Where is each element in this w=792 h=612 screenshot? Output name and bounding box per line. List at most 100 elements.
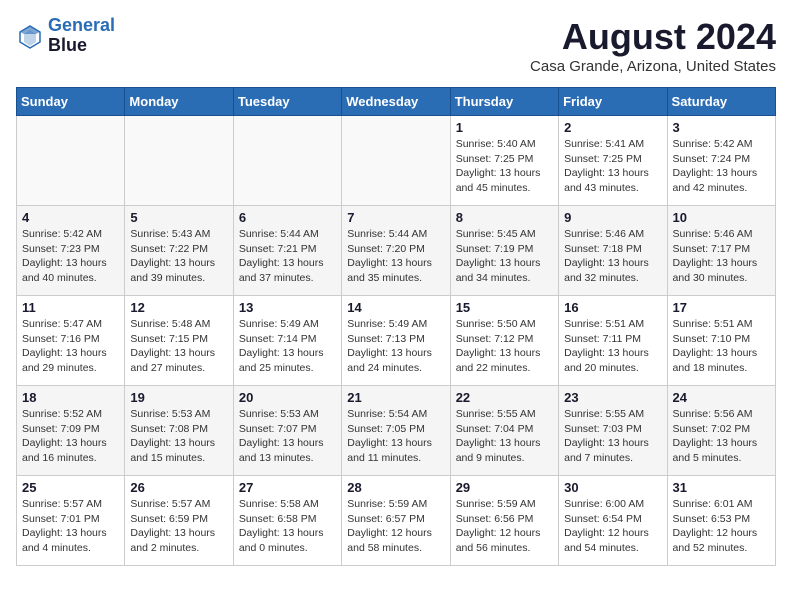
week-row-5: 25 Sunrise: 5:57 AM Sunset: 7:01 PM Dayli…: [17, 476, 776, 566]
day-number: 7: [347, 210, 444, 225]
calendar-cell: 13 Sunrise: 5:49 AM Sunset: 7:14 PM Dayli…: [233, 296, 341, 386]
day-info: Sunrise: 5:58 AM Sunset: 6:58 PM Dayligh…: [239, 497, 336, 556]
calendar-cell: 10 Sunrise: 5:46 AM Sunset: 7:17 PM Dayli…: [667, 206, 775, 296]
calendar-cell: 11Sunrise: 5:47 AM Sunset: 7:16 PM Dayli…: [17, 296, 125, 386]
calendar-subtitle: Casa Grande, Arizona, United States: [530, 58, 776, 75]
day-info: Sunrise: 5:46 AM Sunset: 7:17 PM Dayligh…: [673, 227, 770, 286]
day-info: Sunrise: 5:59 AM Sunset: 6:57 PM Dayligh…: [347, 497, 444, 556]
day-info: Sunrise: 5:47 AM Sunset: 7:16 PM Dayligh…: [22, 317, 119, 376]
day-info: Sunrise: 5:42 AM Sunset: 7:24 PM Dayligh…: [673, 137, 770, 196]
day-number: 24: [673, 390, 770, 405]
day-info: Sunrise: 6:00 AM Sunset: 6:54 PM Dayligh…: [564, 497, 661, 556]
calendar-cell: 3 Sunrise: 5:42 AM Sunset: 7:24 PM Daylig…: [667, 116, 775, 206]
calendar-cell: 25 Sunrise: 5:57 AM Sunset: 7:01 PM Dayli…: [17, 476, 125, 566]
day-number: 14: [347, 300, 444, 315]
calendar-cell: 23 Sunrise: 5:55 AM Sunset: 7:03 PM Dayli…: [559, 386, 667, 476]
calendar-cell: 30 Sunrise: 6:00 AM Sunset: 6:54 PM Dayli…: [559, 476, 667, 566]
calendar-cell: 22Sunrise: 5:55 AM Sunset: 7:04 PM Dayli…: [450, 386, 558, 476]
calendar-cell: 14 Sunrise: 5:49 AM Sunset: 7:13 PM Dayli…: [342, 296, 450, 386]
day-info: Sunrise: 5:57 AM Sunset: 7:01 PM Dayligh…: [22, 497, 119, 556]
calendar-cell: 31 Sunrise: 6:01 AM Sunset: 6:53 PM Dayli…: [667, 476, 775, 566]
logo-text: General Blue: [48, 16, 115, 56]
day-info: Sunrise: 5:52 AM Sunset: 7:09 PM Dayligh…: [22, 407, 119, 466]
calendar-cell: [17, 116, 125, 206]
col-header-sunday: Sunday: [17, 88, 125, 116]
day-number: 27: [239, 480, 336, 495]
day-number: 23: [564, 390, 661, 405]
day-info: Sunrise: 5:41 AM Sunset: 7:25 PM Dayligh…: [564, 137, 661, 196]
calendar-title: August 2024: [530, 16, 776, 58]
col-header-saturday: Saturday: [667, 88, 775, 116]
logo: General Blue: [16, 16, 115, 56]
col-header-thursday: Thursday: [450, 88, 558, 116]
week-row-1: 1 Sunrise: 5:40 AM Sunset: 7:25 PM Daylig…: [17, 116, 776, 206]
calendar-cell: 2 Sunrise: 5:41 AM Sunset: 7:25 PM Daylig…: [559, 116, 667, 206]
calendar-cell: 29Sunrise: 5:59 AM Sunset: 6:56 PM Dayli…: [450, 476, 558, 566]
day-number: 4: [22, 210, 119, 225]
day-info: Sunrise: 5:51 AM Sunset: 7:11 PM Dayligh…: [564, 317, 661, 376]
col-header-wednesday: Wednesday: [342, 88, 450, 116]
week-row-3: 11Sunrise: 5:47 AM Sunset: 7:16 PM Dayli…: [17, 296, 776, 386]
day-info: Sunrise: 5:43 AM Sunset: 7:22 PM Dayligh…: [130, 227, 227, 286]
col-header-tuesday: Tuesday: [233, 88, 341, 116]
day-info: Sunrise: 5:49 AM Sunset: 7:14 PM Dayligh…: [239, 317, 336, 376]
day-number: 31: [673, 480, 770, 495]
day-info: Sunrise: 5:49 AM Sunset: 7:13 PM Dayligh…: [347, 317, 444, 376]
calendar-cell: 17 Sunrise: 5:51 AM Sunset: 7:10 PM Dayli…: [667, 296, 775, 386]
day-number: 22: [456, 390, 553, 405]
day-number: 25: [22, 480, 119, 495]
day-number: 19: [130, 390, 227, 405]
day-info: Sunrise: 5:55 AM Sunset: 7:03 PM Dayligh…: [564, 407, 661, 466]
day-number: 3: [673, 120, 770, 135]
header-row: SundayMondayTuesdayWednesdayThursdayFrid…: [17, 88, 776, 116]
calendar-cell: [233, 116, 341, 206]
col-header-monday: Monday: [125, 88, 233, 116]
day-info: Sunrise: 5:45 AM Sunset: 7:19 PM Dayligh…: [456, 227, 553, 286]
calendar-cell: 1 Sunrise: 5:40 AM Sunset: 7:25 PM Daylig…: [450, 116, 558, 206]
day-number: 2: [564, 120, 661, 135]
week-row-4: 18 Sunrise: 5:52 AM Sunset: 7:09 PM Dayli…: [17, 386, 776, 476]
logo-icon: [16, 22, 44, 50]
day-number: 21: [347, 390, 444, 405]
day-number: 30: [564, 480, 661, 495]
day-info: Sunrise: 5:44 AM Sunset: 7:21 PM Dayligh…: [239, 227, 336, 286]
calendar-cell: [342, 116, 450, 206]
day-info: Sunrise: 5:40 AM Sunset: 7:25 PM Dayligh…: [456, 137, 553, 196]
calendar-header: SundayMondayTuesdayWednesdayThursdayFrid…: [17, 88, 776, 116]
calendar-cell: 28 Sunrise: 5:59 AM Sunset: 6:57 PM Dayli…: [342, 476, 450, 566]
day-number: 29: [456, 480, 553, 495]
day-number: 16: [564, 300, 661, 315]
day-info: Sunrise: 5:56 AM Sunset: 7:02 PM Dayligh…: [673, 407, 770, 466]
title-area: August 2024 Casa Grande, Arizona, United…: [530, 16, 776, 75]
day-number: 20: [239, 390, 336, 405]
calendar-cell: 16 Sunrise: 5:51 AM Sunset: 7:11 PM Dayli…: [559, 296, 667, 386]
day-number: 17: [673, 300, 770, 315]
calendar-cell: 6 Sunrise: 5:44 AM Sunset: 7:21 PM Daylig…: [233, 206, 341, 296]
calendar-cell: 15 Sunrise: 5:50 AM Sunset: 7:12 PM Dayli…: [450, 296, 558, 386]
day-number: 26: [130, 480, 227, 495]
day-number: 6: [239, 210, 336, 225]
col-header-friday: Friday: [559, 88, 667, 116]
day-info: Sunrise: 5:54 AM Sunset: 7:05 PM Dayligh…: [347, 407, 444, 466]
day-number: 15: [456, 300, 553, 315]
day-info: Sunrise: 5:53 AM Sunset: 7:08 PM Dayligh…: [130, 407, 227, 466]
day-number: 1: [456, 120, 553, 135]
day-number: 5: [130, 210, 227, 225]
calendar-cell: 26Sunrise: 5:57 AM Sunset: 6:59 PM Dayli…: [125, 476, 233, 566]
day-info: Sunrise: 5:46 AM Sunset: 7:18 PM Dayligh…: [564, 227, 661, 286]
day-number: 28: [347, 480, 444, 495]
day-number: 10: [673, 210, 770, 225]
calendar-cell: 20Sunrise: 5:53 AM Sunset: 7:07 PM Dayli…: [233, 386, 341, 476]
calendar-table: SundayMondayTuesdayWednesdayThursdayFrid…: [16, 87, 776, 566]
calendar-cell: [125, 116, 233, 206]
day-number: 12: [130, 300, 227, 315]
day-info: Sunrise: 6:01 AM Sunset: 6:53 PM Dayligh…: [673, 497, 770, 556]
calendar-cell: 5 Sunrise: 5:43 AM Sunset: 7:22 PM Daylig…: [125, 206, 233, 296]
calendar-cell: 7Sunrise: 5:44 AM Sunset: 7:20 PM Daylig…: [342, 206, 450, 296]
day-info: Sunrise: 5:51 AM Sunset: 7:10 PM Dayligh…: [673, 317, 770, 376]
calendar-body: 1 Sunrise: 5:40 AM Sunset: 7:25 PM Daylig…: [17, 116, 776, 566]
day-number: 18: [22, 390, 119, 405]
calendar-cell: 24 Sunrise: 5:56 AM Sunset: 7:02 PM Dayli…: [667, 386, 775, 476]
day-info: Sunrise: 5:50 AM Sunset: 7:12 PM Dayligh…: [456, 317, 553, 376]
day-number: 13: [239, 300, 336, 315]
